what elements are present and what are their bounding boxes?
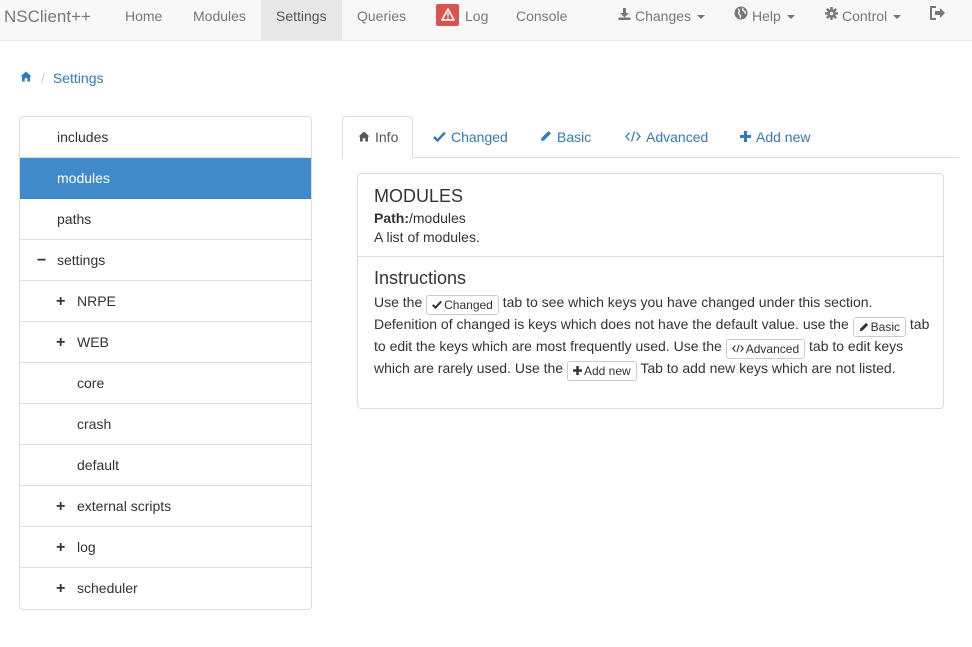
breadcrumb-settings-link[interactable]: Settings xyxy=(53,70,104,86)
tree-item-label: core xyxy=(77,375,105,391)
chevron-down-icon xyxy=(786,15,795,20)
tab-add-new-label: Add new xyxy=(756,129,811,145)
path-value: /modules xyxy=(409,210,466,226)
download-icon xyxy=(618,0,631,32)
breadcrumb: / Settings xyxy=(20,70,103,87)
basic-button-label: Basic xyxy=(870,320,900,334)
tree-item-modules[interactable]: modules xyxy=(20,158,311,199)
tree-item-includes[interactable]: includes xyxy=(20,117,311,158)
tree-item-label: crash xyxy=(77,416,112,432)
tab-changed[interactable]: Changed xyxy=(433,116,508,158)
tab-info[interactable]: Info xyxy=(342,116,413,159)
tree-item-crash[interactable]: crash xyxy=(20,404,311,445)
plus-icon[interactable]: + xyxy=(56,322,65,363)
nav-home[interactable]: Home xyxy=(125,0,162,40)
nav-changes-dropdown[interactable]: Changes xyxy=(618,0,706,40)
pencil-icon xyxy=(540,116,552,159)
tree-item-label: external scripts xyxy=(77,498,172,514)
tree-item-external-scripts[interactable]: + external scripts xyxy=(20,486,311,527)
nav-log-label: Log xyxy=(465,8,489,24)
warning-icon xyxy=(436,4,459,27)
add-new-button[interactable]: Add new xyxy=(566,361,637,381)
nav-help-dropdown[interactable]: Help xyxy=(734,0,795,40)
logout-icon xyxy=(929,0,945,32)
tree-item-log[interactable]: + log xyxy=(20,527,311,568)
path-label: Path: xyxy=(374,210,409,226)
plus-icon[interactable]: + xyxy=(56,568,65,609)
advanced-button-label: Advanced xyxy=(745,342,800,356)
nav-queries[interactable]: Queries xyxy=(357,0,406,40)
tab-add-new[interactable]: Add new xyxy=(740,116,810,158)
tree-item-label: default xyxy=(77,457,120,473)
settings-tree: includes modules paths − settings + NRPE… xyxy=(19,116,312,610)
nav-changes-label: Changes xyxy=(635,8,692,24)
tree-item-scheduler[interactable]: + scheduler xyxy=(20,568,311,609)
chevron-down-icon xyxy=(893,15,902,20)
plus-icon[interactable]: + xyxy=(56,281,65,322)
plus-icon[interactable]: + xyxy=(56,527,65,568)
panel-header: MODULES Path:/modules A list of modules. xyxy=(358,174,943,257)
nav-settings[interactable]: Settings xyxy=(261,0,342,40)
nav-modules[interactable]: Modules xyxy=(193,0,246,40)
tab-advanced-label: Advanced xyxy=(646,129,709,145)
tree-item-web[interactable]: + WEB xyxy=(20,322,311,363)
home-icon[interactable] xyxy=(20,69,32,85)
code-icon xyxy=(625,116,641,159)
globe-icon xyxy=(734,0,748,32)
tree-item-default[interactable]: default xyxy=(20,445,311,486)
section-title: MODULES xyxy=(374,186,464,206)
nav-control-label: Control xyxy=(842,8,888,24)
tree-item-label: log xyxy=(77,539,96,555)
section-path: Path:/modules xyxy=(374,210,466,226)
basic-button[interactable]: Basic xyxy=(852,317,906,337)
tab-basic[interactable]: Basic xyxy=(540,116,591,158)
nav-help-label: Help xyxy=(752,8,781,24)
brand-logo[interactable]: NSClient++ xyxy=(4,7,91,27)
info-panel: MODULES Path:/modules A list of modules.… xyxy=(357,173,944,409)
tree-item-label: paths xyxy=(57,211,92,227)
tree-item-label: settings xyxy=(57,252,106,268)
logout-button[interactable] xyxy=(929,0,949,40)
nav-control-dropdown[interactable]: Control xyxy=(825,0,902,40)
chevron-down-icon xyxy=(697,15,706,20)
tab-basic-label: Basic xyxy=(557,129,592,145)
tab-advanced[interactable]: Advanced xyxy=(625,116,708,158)
tree-item-label: scheduler xyxy=(77,580,138,596)
breadcrumb-separator: / xyxy=(41,70,45,86)
add-new-button-label: Add new xyxy=(583,364,631,378)
advanced-button[interactable]: Advanced xyxy=(725,339,806,359)
home-icon xyxy=(358,117,370,158)
instructions-title: Instructions xyxy=(374,268,467,288)
plus-icon xyxy=(740,116,751,159)
top-navbar: NSClient++ Home Modules Settings Queries… xyxy=(0,0,972,41)
check-icon xyxy=(433,116,446,159)
tree-item-label: modules xyxy=(57,170,110,186)
changed-button-label: Changed xyxy=(444,298,493,312)
section-tabs: Info Changed Basic Advanced Add new xyxy=(342,116,959,159)
tree-item-settings[interactable]: − settings xyxy=(20,240,311,281)
tree-item-label: NRPE xyxy=(77,293,116,309)
minus-icon[interactable]: − xyxy=(37,240,46,281)
nav-log[interactable]: Log xyxy=(436,0,488,40)
section-description: A list of modules. xyxy=(374,229,480,245)
tab-changed-label: Changed xyxy=(451,129,508,145)
tree-item-paths[interactable]: paths xyxy=(20,199,311,240)
tree-item-label: includes xyxy=(57,129,109,145)
tree-item-nrpe[interactable]: + NRPE xyxy=(20,281,311,322)
plus-icon[interactable]: + xyxy=(56,486,65,527)
instr-text: Use the xyxy=(374,294,427,310)
tab-info-label: Info xyxy=(375,129,399,145)
changed-button[interactable]: Changed xyxy=(426,295,499,315)
tree-item-label: WEB xyxy=(77,334,109,350)
tree-item-core[interactable]: core xyxy=(20,363,311,404)
nav-console[interactable]: Console xyxy=(516,0,567,40)
cog-icon xyxy=(825,0,838,32)
instr-text: Tab to add new keys which are not listed… xyxy=(636,360,896,376)
instructions-text: Use the Changed tab to see which keys yo… xyxy=(374,291,930,381)
